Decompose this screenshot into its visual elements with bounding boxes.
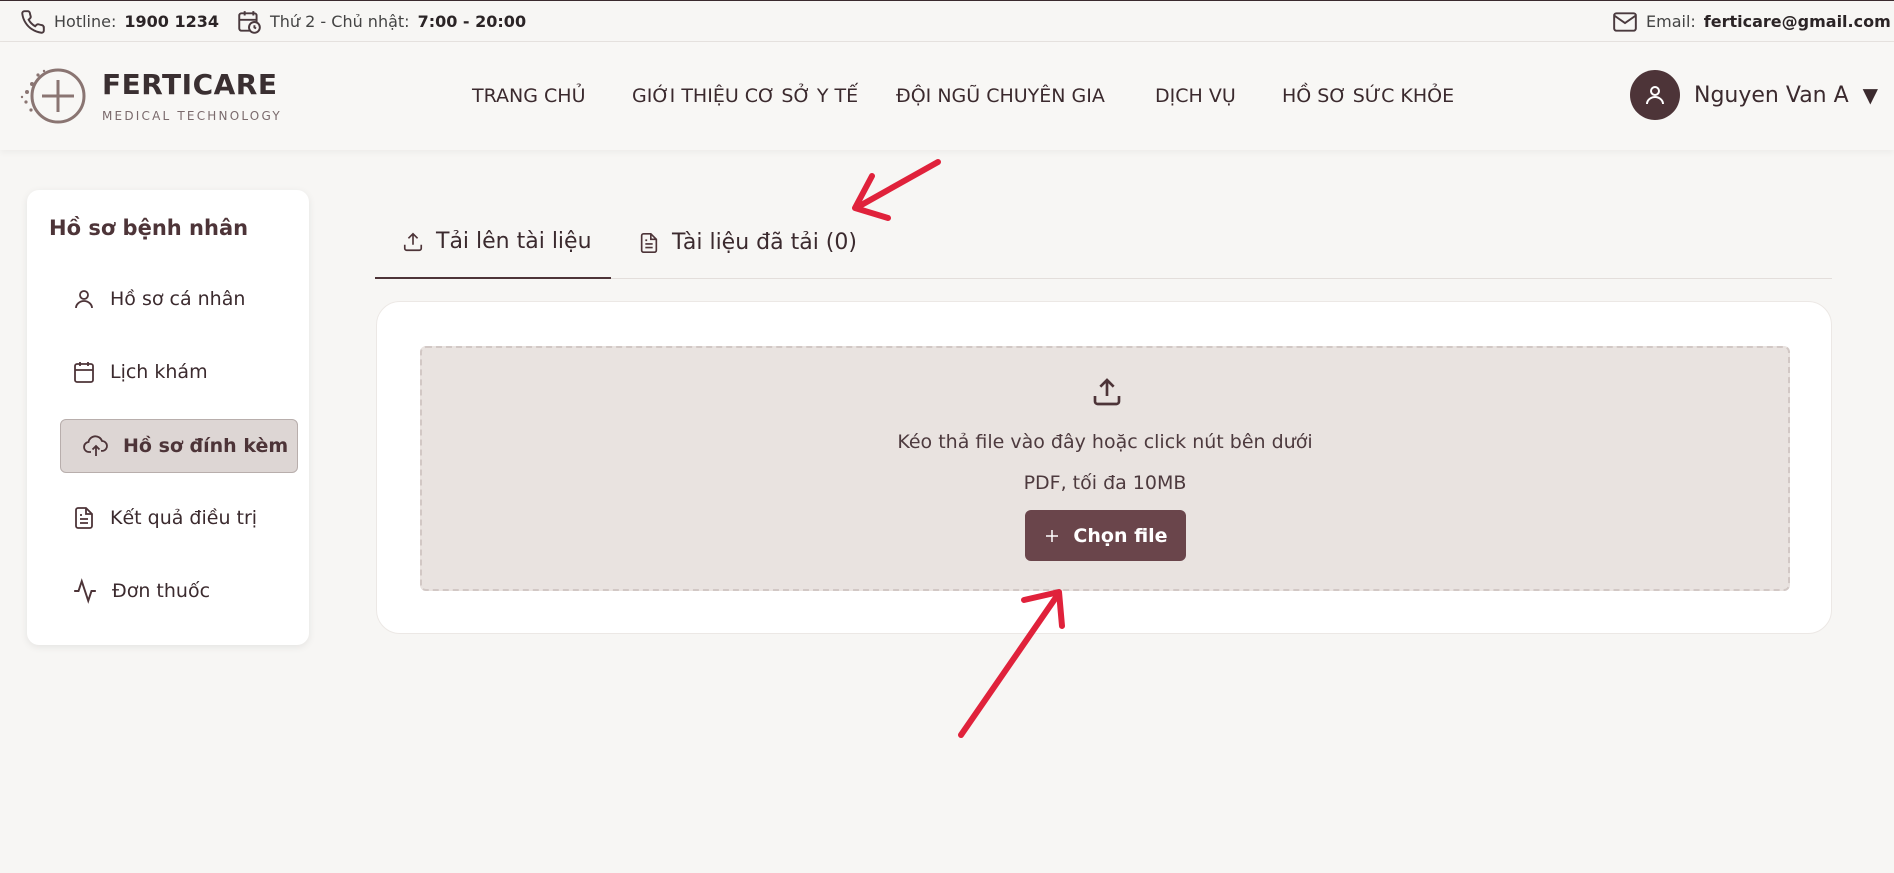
sidebar-item-personal-profile[interactable]: Hồ sơ cá nhân <box>72 272 312 326</box>
sidebar-item-label: Hồ sơ cá nhân <box>110 288 246 310</box>
sidebar-item-treatment-results[interactable]: Kết quả điều trị <box>72 491 312 545</box>
avatar[interactable] <box>1630 70 1680 120</box>
choose-file-button[interactable]: Chọn file <box>1025 510 1186 561</box>
document-icon <box>75 507 93 529</box>
calendar-icon <box>74 362 94 383</box>
hotline-number[interactable]: 1900 1234 <box>124 12 219 31</box>
tab-label: Tải lên tài liệu <box>436 229 592 254</box>
dropzone-file-hint: PDF, tối đa 10MB <box>1023 472 1187 494</box>
nav-home[interactable]: TRANG CHỦ <box>472 85 585 107</box>
sidebar-item-appointments[interactable]: Lịch khám <box>72 345 312 399</box>
tab-label: Tài liệu đã tải (0) <box>672 230 857 255</box>
user-avatar-icon <box>1646 86 1664 105</box>
tab-uploaded-documents[interactable]: Tài liệu đã tải (0) <box>638 206 857 279</box>
activity-icon <box>74 578 96 604</box>
email-label: Email: <box>1646 12 1696 31</box>
calendar-clock-icon <box>238 10 261 34</box>
sidebar-title: Hồ sơ bệnh nhân <box>49 216 249 240</box>
caret-down-icon[interactable]: ▼ <box>1863 83 1878 107</box>
main-nav: TRANG CHỦ GIỚI THIỆU CƠ SỞ Y TẾ ĐỘI NGŨ … <box>0 42 1600 150</box>
sidebar-item-label: Lịch khám <box>110 361 208 383</box>
sidebar-item-label: Đơn thuốc <box>112 580 211 602</box>
phone-icon <box>21 9 45 34</box>
plus-icon <box>1046 529 1059 542</box>
sidebar-item-attachments[interactable]: Hồ sơ đính kèm <box>60 419 298 473</box>
upload-card: Kéo thả file vào đây hoặc click nút bên … <box>376 301 1832 634</box>
email-info: Email: ferticare@gmail.com <box>1612 1 1891 42</box>
sidebar-item-prescriptions[interactable]: Đơn thuốc <box>72 564 312 618</box>
hotline-info: Hotline: 1900 1234 <box>20 1 219 42</box>
choose-file-label: Chọn file <box>1073 524 1168 547</box>
upload-icon <box>1091 376 1123 412</box>
dropzone-instruction: Kéo thả file vào đây hoặc click nút bên … <box>897 431 1313 453</box>
user-icon <box>75 290 93 309</box>
hours-value: 7:00 - 20:00 <box>417 12 527 31</box>
user-name[interactable]: Nguyen Van A <box>1694 83 1849 108</box>
hotline-label: Hotline: <box>54 12 117 31</box>
mail-icon <box>1613 11 1637 32</box>
document-tabs: Tải lên tài liệu Tài liệu đã tải (0) <box>375 206 1832 279</box>
patient-sidebar: Hồ sơ bệnh nhân Hồ sơ cá nhân Lịch khám … <box>27 190 309 645</box>
hours-label: Thứ 2 - Chủ nhật: <box>270 12 410 31</box>
sidebar-item-label: Kết quả điều trị <box>110 507 258 529</box>
file-dropzone[interactable]: Kéo thả file vào đây hoặc click nút bên … <box>420 346 1790 591</box>
sidebar-item-label: Hồ sơ đính kèm <box>123 435 289 457</box>
document-icon <box>640 232 658 253</box>
nav-health-records[interactable]: HỒ SƠ SỨC KHỎE <box>1282 85 1454 107</box>
main-header: FERTICARE MEDICAL TECHNOLOGY TRANG CHỦ G… <box>0 42 1894 150</box>
email-address[interactable]: ferticare@gmail.com <box>1704 12 1891 31</box>
nav-experts[interactable]: ĐỘI NGŨ CHUYÊN GIA <box>896 85 1105 107</box>
top-info-bar: Hotline: 1900 1234 Thứ 2 - Chủ nhật: 7:0… <box>0 0 1894 42</box>
user-menu[interactable]: Nguyen Van A ▼ <box>1630 70 1878 120</box>
nav-services[interactable]: DỊCH VỤ <box>1155 85 1236 107</box>
tab-upload-documents[interactable]: Tải lên tài liệu <box>375 206 611 279</box>
working-hours-info: Thứ 2 - Chủ nhật: 7:00 - 20:00 <box>236 1 526 42</box>
upload-icon <box>403 232 423 251</box>
nav-about-facility[interactable]: GIỚI THIỆU CƠ SỞ Y TẾ <box>632 85 858 107</box>
cloud-upload-icon <box>83 435 108 456</box>
